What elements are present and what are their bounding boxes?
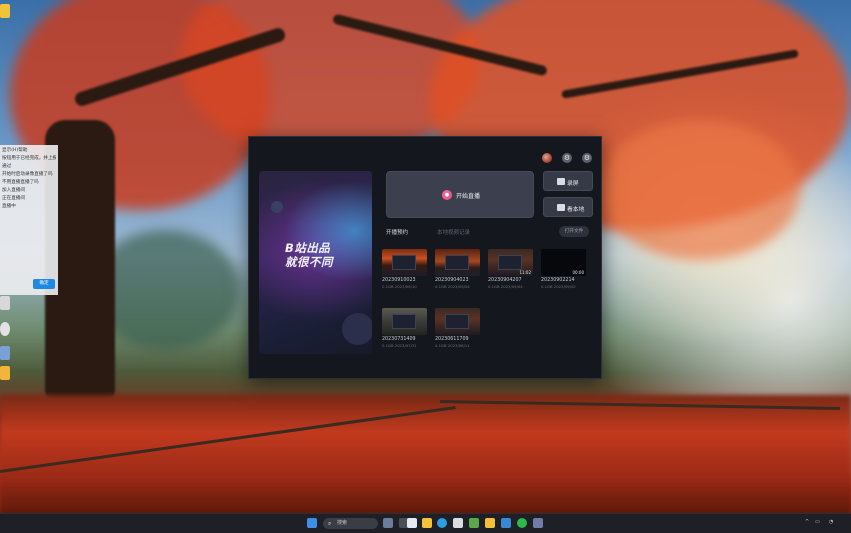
record-screen-button[interactable]: 录屏 (543, 171, 593, 191)
banner-line: B站出品 (285, 241, 331, 255)
recording-meta: 0.1GB 2023/07/31 (382, 343, 417, 348)
wechat-icon[interactable] (517, 518, 527, 528)
banner-line: 就很不同 (285, 255, 333, 269)
bg-window-ok-button[interactable]: 确定 (33, 279, 55, 289)
store-icon[interactable] (453, 518, 463, 528)
bg-window-row: 加入直播间 (2, 188, 25, 193)
bg-window-row: 开始时启动录像直播了吗 (2, 172, 53, 177)
search-icon: ⌕ (328, 520, 332, 527)
recording-thumbnail (382, 249, 427, 276)
recording-card[interactable]: 20230731409 0.1GB 2023/07/31 (382, 308, 427, 348)
banner-slogan: B站出品 就很不同 (285, 241, 365, 269)
taskbar-app-icon[interactable] (533, 518, 543, 528)
menu-icon[interactable]: ⚙ (582, 153, 592, 163)
desktop-app-icon[interactable] (0, 322, 10, 336)
live-dot-icon: ● (442, 190, 452, 200)
recording-card[interactable]: 00:00 20230902214 0.1GB 2023/09/02 (541, 249, 586, 289)
recording-meta: 0.1GB 2023/06/11 (435, 343, 470, 348)
tray-network-icon[interactable]: ▭ (815, 519, 820, 525)
recording-duration: 00:00 (572, 270, 584, 275)
recording-meta: 0.1GB 2023/09/04 (488, 284, 523, 289)
recording-thumbnail (435, 308, 480, 335)
start-menu-icon[interactable] (307, 518, 317, 528)
recording-card[interactable]: 20230611709 0.1GB 2023/06/11 (435, 308, 480, 348)
bg-window-row: 不用直播直播了吗 (2, 180, 39, 185)
recording-name: 20230910023 (382, 278, 416, 283)
tab-schedule[interactable]: 开播预约 (386, 228, 408, 236)
recording-thumbnail: 00:00 (541, 249, 586, 276)
settings-icon[interactable]: ⚙ (562, 153, 572, 163)
planet-decoration (342, 313, 372, 345)
recording-meta: 0.1GB 2023/09/04 (435, 284, 470, 289)
recording-name: 20230902214 (541, 278, 575, 283)
bg-window-row: 通过 (2, 164, 12, 169)
recording-duration: 11:02 (519, 270, 531, 275)
start-live-label: 开始直播 (456, 193, 481, 200)
recording-thumbnail (382, 308, 427, 335)
record-screen-label: 录屏 (567, 181, 579, 187)
open-folder-button[interactable]: 打开文件 (559, 226, 589, 237)
recording-card[interactable]: 11:02 20230904207 0.1GB 2023/09/04 (488, 249, 533, 289)
view-local-button[interactable]: 看本地 (543, 197, 593, 217)
bg-window-row: 直播中 (2, 204, 16, 209)
recording-thumbnail: 11:02 (488, 249, 533, 276)
file-explorer-icon[interactable] (422, 518, 432, 528)
bg-window-row: 按钮用于已经完成，并上报 (2, 156, 56, 161)
promo-banner: B站出品 就很不同 (259, 171, 372, 354)
start-live-button[interactable]: ● 开始直播 (386, 171, 534, 218)
leaf-covered-ground (0, 395, 851, 520)
background-window: 显示(H)帮助 按钮用于已经完成，并上报 通过 开始时启动录像直播了吗 不用直播… (0, 145, 58, 295)
task-view-icon[interactable] (383, 518, 393, 528)
video-icon (557, 204, 565, 211)
planet-decoration (271, 201, 283, 213)
taskbar-app-icon[interactable] (501, 518, 511, 528)
recording-name: 20230611709 (435, 337, 469, 342)
live-streaming-app-window: ⚙ ⚙ B站出品 就很不同 ● 开始直播 录屏 看本地 开播预约 本地视频记录 … (248, 136, 602, 379)
taskbar-app-icon[interactable] (469, 518, 479, 528)
recording-meta: 0.1GB 2023/09/02 (541, 284, 576, 289)
taskbar-app-icon[interactable] (485, 518, 495, 528)
desktop-app-icon[interactable] (0, 296, 10, 310)
taskbar-app-icon[interactable] (407, 518, 417, 528)
bg-window-row: 正在直播间 (2, 196, 25, 201)
desktop-app-icon[interactable] (0, 366, 10, 380)
taskbar-search-box[interactable]: ⌕ 搜索 (323, 518, 378, 529)
tab-local-videos[interactable]: 本地视频记录 (437, 228, 470, 236)
tray-chevron-icon[interactable]: ^ (805, 519, 809, 525)
recording-meta: 0.1GB 2023/09/10 (382, 284, 417, 289)
bg-window-row: 显示(H)帮助 (2, 148, 28, 153)
view-local-label: 看本地 (567, 207, 585, 213)
user-avatar[interactable] (542, 153, 552, 163)
recording-card[interactable]: 20230904023 0.1GB 2023/09/04 (435, 249, 480, 289)
taskbar: ⌕ 搜索 ^ ▭ ◔ (0, 513, 851, 533)
tree-canopy-glow (600, 120, 800, 260)
recording-name: 20230904207 (488, 278, 522, 283)
recording-name: 20230904023 (435, 278, 469, 283)
desktop-app-icon[interactable] (0, 346, 10, 360)
tray-volume-icon[interactable]: ◔ (829, 519, 833, 525)
recording-thumbnail (435, 249, 480, 276)
search-placeholder: 搜索 (337, 520, 348, 526)
recording-name: 20230731409 (382, 337, 416, 342)
desktop-folder-icon[interactable] (0, 4, 10, 18)
edge-icon[interactable] (437, 518, 447, 528)
recording-card[interactable]: 20230910023 0.1GB 2023/09/10 (382, 249, 427, 289)
camera-icon (557, 178, 565, 185)
